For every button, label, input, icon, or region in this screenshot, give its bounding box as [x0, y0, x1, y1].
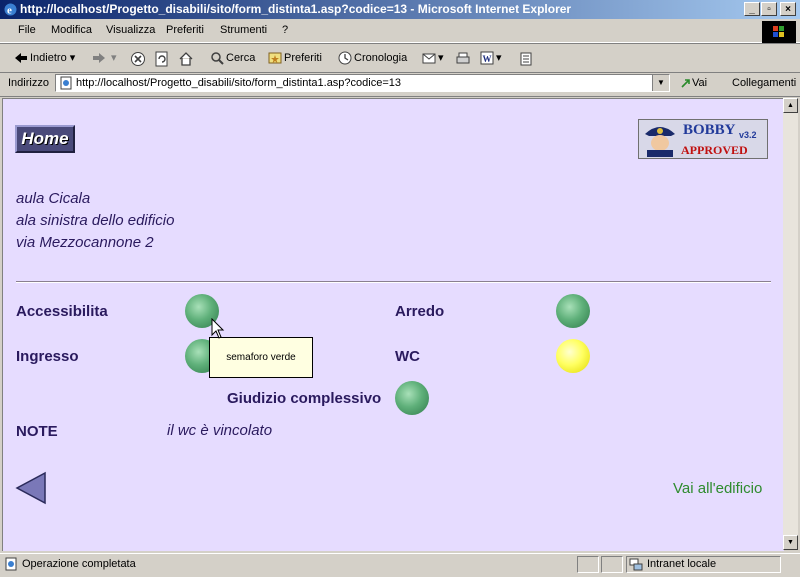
menu-help[interactable]: ?	[282, 24, 288, 36]
edit-button[interactable]: W ▾	[480, 49, 502, 67]
address-url: http://localhost/Progetto_disabili/sito/…	[76, 77, 401, 89]
location-wing: ala sinistra dello edificio	[16, 212, 175, 229]
links-button[interactable]: Collegamenti	[732, 77, 796, 89]
menu-file[interactable]: File	[18, 24, 36, 36]
window-title: http://localhost/Progetto_disabili/sito/…	[20, 2, 572, 16]
search-icon	[211, 52, 224, 65]
vertical-scrollbar[interactable]: ▲ ▼	[783, 98, 798, 550]
location-street: via Mezzocannone 2	[16, 234, 154, 251]
page-content: Home BOBBY v3.2 APPROVED aula Cicala ala…	[2, 98, 784, 551]
forward-arrow-icon	[93, 53, 105, 64]
overall-label: Giudizio complessivo	[227, 390, 382, 407]
favorites-icon	[268, 52, 282, 64]
close-button[interactable]: ×	[780, 2, 796, 16]
address-label: Indirizzo	[8, 77, 49, 89]
window-titlebar: e http://localhost/Progetto_disabili/sit…	[0, 0, 800, 19]
bobby-version: v3.2	[739, 130, 757, 140]
back-button[interactable]: Indietro ▾	[14, 49, 75, 67]
discuss-icon[interactable]	[518, 50, 534, 68]
menu-bar: File Modifica Visualizza Preferiti Strum…	[0, 20, 800, 43]
bobby-approved-logo[interactable]: BOBBY v3.2 APPROVED	[638, 119, 768, 159]
note-label: NOTE	[16, 423, 58, 440]
favorites-label: Preferiti	[284, 52, 322, 64]
mail-icon	[422, 53, 436, 64]
bobby-name: BOBBY	[683, 122, 736, 138]
note-value: il wc è vincolato	[167, 422, 273, 439]
favorites-button[interactable]: Preferiti	[268, 49, 322, 67]
print-icon[interactable]	[455, 50, 471, 68]
refresh-icon[interactable]	[154, 50, 170, 68]
menu-strumenti[interactable]: Strumenti	[220, 24, 267, 36]
history-label: Cronologia	[354, 52, 408, 64]
page-icon	[60, 76, 72, 90]
mouse-cursor-icon	[211, 318, 225, 339]
zone-panel: Intranet locale	[626, 556, 781, 573]
scroll-up-button[interactable]: ▲	[783, 98, 798, 113]
rating-label-accessibilita: Accessibilita	[16, 303, 108, 320]
home-button[interactable]: Home	[15, 125, 75, 153]
bobby-policeman-icon	[645, 127, 675, 157]
status-text: Operazione completata	[22, 558, 136, 570]
traffic-light-wc[interactable]	[556, 339, 590, 373]
maximize-button[interactable]: ▫	[761, 2, 777, 16]
go-button[interactable]: Vai	[680, 77, 707, 89]
rating-label-ingresso: Ingresso	[16, 348, 79, 365]
mail-button[interactable]: ▾	[422, 49, 444, 67]
search-button[interactable]: Cerca	[210, 49, 255, 67]
home-icon[interactable]	[178, 50, 194, 68]
menu-modifica[interactable]: Modifica	[51, 24, 92, 36]
tooltip: semaforo verde	[209, 337, 313, 378]
rating-label-arredo: Arredo	[395, 303, 445, 320]
search-label: Cerca	[226, 52, 256, 64]
word-icon: W	[480, 51, 494, 65]
divider	[16, 281, 771, 283]
go-arrow-icon	[681, 79, 690, 88]
traffic-light-overall[interactable]	[395, 381, 429, 415]
menu-visualizza[interactable]: Visualizza	[106, 24, 155, 36]
bobby-status: APPROVED	[681, 143, 748, 157]
status-panel-1	[577, 556, 599, 573]
address-input[interactable]: http://localhost/Progetto_disabili/sito/…	[55, 74, 670, 92]
svg-text:W: W	[483, 54, 492, 64]
navigation-toolbar: Indietro ▾ ▾ Cerca Preferiti Cronologia …	[0, 43, 800, 73]
status-panel-2	[601, 556, 623, 573]
back-label: Indietro	[30, 52, 67, 64]
address-dropdown-button[interactable]: ▼	[652, 75, 669, 91]
go-label: Vai	[692, 77, 708, 89]
status-bar: Operazione completata Intranet locale	[0, 553, 800, 577]
traffic-light-arredo[interactable]	[556, 294, 590, 328]
status-page-icon	[5, 557, 17, 571]
back-arrow-icon	[15, 53, 27, 64]
menu-preferiti[interactable]: Preferiti	[166, 24, 204, 36]
internet-explorer-icon: e	[4, 3, 17, 17]
intranet-icon	[629, 558, 643, 571]
rating-label-wc: WC	[395, 348, 420, 365]
minimize-button[interactable]: _	[744, 2, 760, 16]
address-bar: Indirizzo http://localhost/Progetto_disa…	[0, 72, 800, 97]
back-triangle-icon[interactable]	[15, 471, 47, 505]
svg-text:e: e	[7, 5, 12, 17]
building-link[interactable]: Vai all'edificio	[673, 480, 762, 497]
zone-text: Intranet locale	[647, 558, 717, 570]
stop-icon[interactable]	[130, 50, 146, 68]
history-button[interactable]: Cronologia	[338, 49, 407, 67]
windows-logo-icon	[762, 21, 796, 43]
forward-button[interactable]: ▾	[92, 49, 117, 67]
history-icon	[338, 51, 352, 65]
location-room: aula Cicala	[16, 190, 91, 207]
scroll-down-button[interactable]: ▼	[783, 535, 798, 550]
